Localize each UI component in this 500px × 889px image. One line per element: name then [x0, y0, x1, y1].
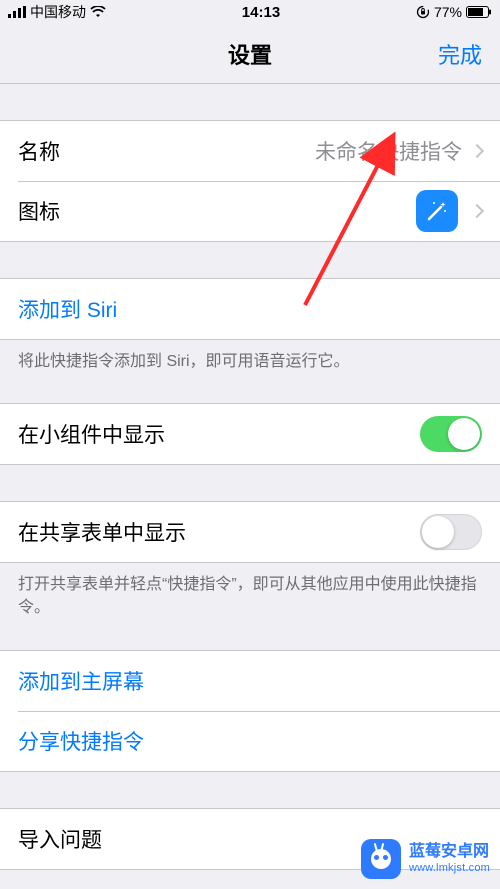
wifi-icon	[90, 6, 106, 18]
watermark-url: www.lmkjst.com	[409, 862, 490, 875]
row-icon-label: 图标	[18, 196, 60, 226]
row-name[interactable]: 名称 未命名快捷指令	[0, 121, 500, 181]
carrier-text: 中国移动	[30, 2, 86, 22]
battery-text: 77%	[434, 4, 462, 20]
status-right: 77%	[416, 4, 492, 20]
status-bar: 中国移动 14:13 77%	[0, 0, 500, 24]
row-add-to-siri-label: 添加到 Siri	[18, 294, 117, 324]
group-share-sheet: 在共享表单中显示	[0, 501, 500, 563]
lock-rotation-icon	[416, 5, 430, 19]
switch-show-in-widget[interactable]	[420, 416, 482, 452]
watermark: 蓝莓安卓网 www.lmkjst.com	[361, 839, 490, 879]
page-title: 设置	[228, 38, 272, 70]
status-left: 中国移动	[8, 2, 106, 22]
row-icon[interactable]: 图标	[0, 181, 500, 241]
footer-share-sheet: 打开共享表单并轻点“快捷指令”，即可从其他应用中使用此快捷指令。	[0, 563, 500, 619]
watermark-name: 蓝莓安卓网	[409, 843, 490, 861]
group-general: 名称 未命名快捷指令 图标	[0, 120, 500, 242]
chevron-right-icon	[470, 144, 484, 158]
chevron-right-icon	[470, 204, 484, 218]
row-share-shortcut[interactable]: 分享快捷指令	[0, 711, 500, 771]
row-share-shortcut-label: 分享快捷指令	[18, 726, 144, 756]
row-import-questions-label: 导入问题	[18, 824, 102, 854]
row-add-to-home-label: 添加到主屏幕	[18, 666, 144, 696]
row-show-in-widget: 在小组件中显示	[0, 404, 500, 464]
switch-show-in-share-sheet[interactable]	[420, 514, 482, 550]
row-add-to-siri[interactable]: 添加到 Siri	[0, 279, 500, 339]
wand-icon	[425, 199, 449, 223]
row-add-to-home[interactable]: 添加到主屏幕	[0, 651, 500, 711]
row-show-in-share-sheet-label: 在共享表单中显示	[18, 517, 186, 547]
nav-bar: 设置 完成	[0, 24, 500, 84]
done-button[interactable]: 完成	[438, 38, 482, 70]
row-show-in-share-sheet: 在共享表单中显示	[0, 502, 500, 562]
shortcut-icon	[416, 190, 458, 232]
signal-icon	[8, 6, 26, 18]
status-time: 14:13	[242, 4, 280, 21]
row-name-value: 未命名快捷指令	[315, 136, 462, 166]
battery-icon	[466, 6, 492, 18]
watermark-logo	[361, 839, 401, 879]
group-actions: 添加到主屏幕 分享快捷指令	[0, 650, 500, 772]
footer-siri: 将此快捷指令添加到 Siri，即可用语音运行它。	[0, 340, 500, 373]
row-show-in-widget-label: 在小组件中显示	[18, 419, 165, 449]
group-siri: 添加到 Siri	[0, 278, 500, 340]
row-name-label: 名称	[18, 136, 60, 166]
group-widget: 在小组件中显示	[0, 403, 500, 465]
